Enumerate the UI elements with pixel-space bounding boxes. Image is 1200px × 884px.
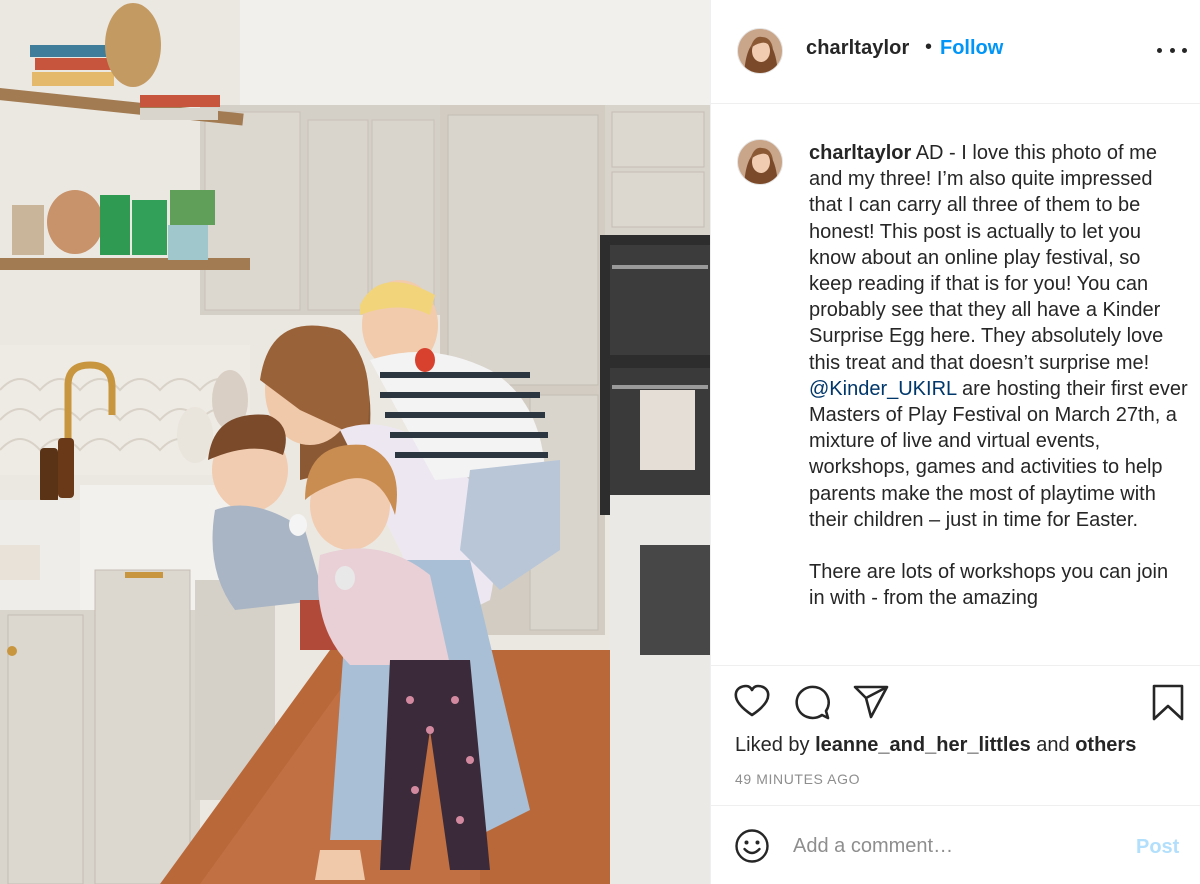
- username-link[interactable]: charltaylor: [806, 37, 909, 60]
- caption-body-part2: are hosting their first ever Masters of …: [809, 377, 1188, 531]
- separator-dot: •: [925, 36, 933, 58]
- caption-username[interactable]: charltaylor: [809, 142, 911, 164]
- comment-input[interactable]: [793, 828, 1123, 864]
- add-comment-bar: Post: [711, 805, 1200, 884]
- likes-others-link[interactable]: others: [1075, 734, 1136, 756]
- mention-link[interactable]: @Kinder_UKIRL: [809, 378, 956, 400]
- post-timestamp[interactable]: 49 MINUTES AGO: [735, 771, 860, 787]
- likes-prefix: Liked by: [735, 734, 816, 756]
- heart-icon[interactable]: [733, 684, 771, 718]
- more-options-icon[interactable]: [1157, 40, 1187, 60]
- post-photo[interactable]: [0, 0, 710, 884]
- likes-summary: Liked by leanne_and_her_littles and othe…: [735, 734, 1136, 757]
- follow-button[interactable]: Follow: [940, 37, 1003, 60]
- caption-paragraph-2: There are lots of workshops you can join…: [809, 561, 1169, 610]
- avatar[interactable]: [737, 28, 783, 74]
- post-details-panel: charltaylor • Follow charltaylor AD - I …: [710, 0, 1200, 884]
- smiley-icon[interactable]: [734, 828, 770, 869]
- liker-username-link[interactable]: leanne_and_her_littles: [815, 734, 1031, 756]
- caption-avatar[interactable]: [737, 139, 783, 185]
- caption-text: charltaylor AD - I love this photo of me…: [809, 140, 1189, 611]
- likes-middle: and: [1030, 734, 1076, 756]
- caption-body-part1: AD - I love this photo of me and my thre…: [809, 142, 1164, 374]
- paper-plane-icon[interactable]: [852, 684, 890, 720]
- speech-bubble-icon[interactable]: [793, 684, 831, 720]
- post-comment-button[interactable]: Post: [1136, 836, 1179, 859]
- action-bar: Liked by leanne_and_her_littles and othe…: [711, 665, 1200, 805]
- bookmark-icon[interactable]: [1151, 684, 1185, 722]
- caption-section: charltaylor AD - I love this photo of me…: [711, 105, 1200, 665]
- kitchen-family-photo: [0, 0, 710, 884]
- post-header: charltaylor • Follow: [711, 0, 1200, 104]
